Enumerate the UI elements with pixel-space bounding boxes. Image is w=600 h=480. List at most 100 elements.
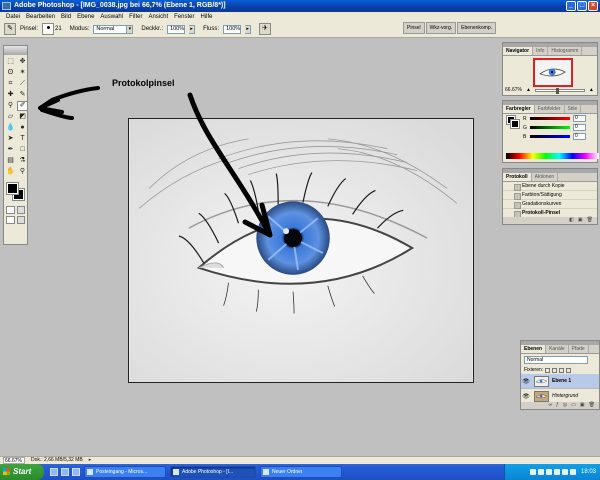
foreground-color-swatch[interactable] (6, 182, 19, 195)
screen-mode-full-menu-button[interactable] (16, 216, 25, 224)
stamp-tool-icon[interactable]: ⚲ (5, 101, 16, 111)
type-tool-icon[interactable]: T (17, 134, 28, 144)
quick-mask-button[interactable] (16, 206, 25, 214)
opacity-field[interactable]: 100% (167, 24, 186, 34)
tray-icon[interactable] (537, 469, 544, 475)
well-tab-tool-presets[interactable]: Wkz-vorg. (425, 22, 457, 34)
crop-tool-icon[interactable]: ⌗ (5, 79, 16, 89)
pen-tool-icon[interactable]: ✒ (5, 145, 16, 155)
marquee-tool-icon[interactable]: ⬚ (5, 57, 16, 67)
layer-style-icon[interactable]: ƒ (556, 402, 559, 409)
lasso-tool-icon[interactable]: ʘ (5, 68, 16, 78)
new-layer-icon[interactable]: ▣ (580, 402, 585, 409)
history-item[interactable]: Ebene durch Kopie (503, 182, 597, 191)
mode-select[interactable]: Normal (93, 24, 128, 34)
slice-tool-icon[interactable]: ⟋ (17, 79, 28, 89)
status-zoom[interactable]: 66.67% (3, 457, 25, 464)
path-selection-tool-icon[interactable]: ➤ (5, 134, 16, 144)
menu-filter[interactable]: Filter (126, 14, 145, 20)
flow-field[interactable]: 100% (223, 24, 242, 34)
minimize-button[interactable]: _ (566, 1, 576, 11)
close-button[interactable]: × (588, 1, 598, 11)
blend-mode-select[interactable]: Normal (524, 356, 588, 364)
lock-brush-icon[interactable] (552, 367, 558, 373)
healing-brush-tool-icon[interactable]: ✚ (5, 90, 16, 100)
eyedropper-tool-icon[interactable]: ⚗ (17, 156, 28, 166)
tab-channels[interactable]: Kanäle (546, 345, 569, 353)
task-folder[interactable]: Neuer Ordner (260, 466, 342, 478)
blur-tool-icon[interactable]: 💧 (5, 123, 16, 133)
tab-history[interactable]: Protokoll (503, 173, 532, 181)
dodge-tool-icon[interactable]: ● (17, 123, 28, 133)
well-tab-layer-comps[interactable]: Ebenenkomp. (457, 22, 496, 34)
color-spectrum-bar[interactable] (506, 153, 599, 159)
menu-datei[interactable]: Datei (3, 14, 23, 20)
tab-swatches[interactable]: Farbfelder (535, 105, 565, 113)
shape-tool-icon[interactable]: □ (17, 145, 28, 155)
tab-paths[interactable]: Pfade (569, 345, 589, 353)
tray-icon[interactable] (561, 469, 568, 475)
toolbox-header[interactable] (4, 46, 27, 55)
start-button[interactable]: Start (0, 464, 44, 480)
tray-icon[interactable] (569, 469, 576, 475)
explorer-icon[interactable] (72, 468, 80, 476)
new-snapshot-icon[interactable]: ◧ (569, 217, 574, 224)
opacity-arrow-icon[interactable]: ▸ (189, 24, 196, 34)
zoom-in-icon[interactable]: ▲ (589, 87, 594, 93)
menu-ebene[interactable]: Ebene (74, 14, 97, 20)
lock-transparency-icon[interactable] (545, 367, 551, 373)
channel-slider[interactable] (530, 135, 570, 138)
lock-move-icon[interactable] (559, 367, 565, 373)
tab-histogram[interactable]: Histogramm (548, 47, 583, 55)
menu-auswahl[interactable]: Auswahl (97, 14, 126, 20)
hand-tool-icon[interactable]: ✋ (5, 167, 16, 177)
channel-value[interactable]: 0 (573, 115, 586, 122)
document-canvas[interactable] (128, 118, 474, 383)
eye-icon[interactable]: 👁 (521, 393, 531, 400)
well-tab-brushes[interactable]: Pinsel (403, 22, 425, 34)
notes-tool-icon[interactable]: ▤ (5, 156, 16, 166)
tab-styles[interactable]: Stile (565, 105, 582, 113)
standard-mode-button[interactable] (6, 206, 15, 214)
task-photoshop[interactable]: Adobe Photoshop - [I... (170, 466, 256, 478)
channel-slider[interactable] (530, 117, 570, 120)
trash-icon[interactable]: 🗑 (589, 402, 595, 409)
airbrush-icon[interactable]: ✈ (259, 23, 272, 35)
tray-icon[interactable] (529, 469, 536, 475)
screen-mode-standard-button[interactable] (6, 216, 15, 224)
tray-icon[interactable] (553, 469, 560, 475)
navigator-zoom-slider[interactable] (534, 87, 585, 94)
brush-picker[interactable] (42, 23, 55, 35)
layer-row-ebene-1[interactable]: 👁 Ebene 1 (521, 374, 599, 389)
trash-icon[interactable]: 🗑 (587, 217, 593, 224)
navigator-thumbnail[interactable] (533, 58, 573, 87)
lock-all-icon[interactable] (566, 367, 572, 373)
brush-tool-icon[interactable]: ✎ (17, 90, 28, 100)
channel-value[interactable]: 0 (573, 133, 586, 140)
clock[interactable]: 18:03 (581, 469, 596, 475)
eye-icon[interactable]: 👁 (521, 378, 531, 385)
history-item[interactable]: Farbton/Sättigung (503, 191, 597, 200)
paint-bucket-tool-icon[interactable]: ◩ (17, 112, 28, 122)
magic-wand-tool-icon[interactable]: ✶ (17, 68, 28, 78)
history-brush-preset-icon[interactable]: ✎ (4, 23, 16, 35)
zoom-out-icon[interactable]: ▲ (526, 87, 531, 93)
tab-color[interactable]: Farbregler (503, 105, 535, 113)
history-item[interactable]: Gradationskurven (503, 200, 597, 209)
link-icon[interactable]: ∞ (548, 402, 552, 409)
eraser-tool-icon[interactable]: ▱ (5, 112, 16, 122)
tray-icon[interactable] (545, 469, 552, 475)
menu-bearbeiten[interactable]: Bearbeiten (23, 14, 58, 20)
chevron-down-icon[interactable]: ▾ (127, 24, 134, 34)
tab-navigator[interactable]: Navigator (503, 47, 534, 55)
menu-hilfe[interactable]: Hilfe (197, 14, 215, 20)
tab-layers[interactable]: Ebenen (521, 345, 547, 353)
move-tool-icon[interactable]: ✥ (17, 57, 28, 67)
menu-bild[interactable]: Bild (58, 14, 74, 20)
task-outlook[interactable]: Posteingang - Micros... (84, 466, 166, 478)
channel-slider[interactable] (530, 126, 570, 129)
menu-fenster[interactable]: Fenster (171, 14, 197, 20)
status-arrow-icon[interactable]: ▸ (89, 457, 92, 464)
mask-icon[interactable]: ◎ (563, 402, 567, 409)
menu-ansicht[interactable]: Ansicht (145, 14, 171, 20)
